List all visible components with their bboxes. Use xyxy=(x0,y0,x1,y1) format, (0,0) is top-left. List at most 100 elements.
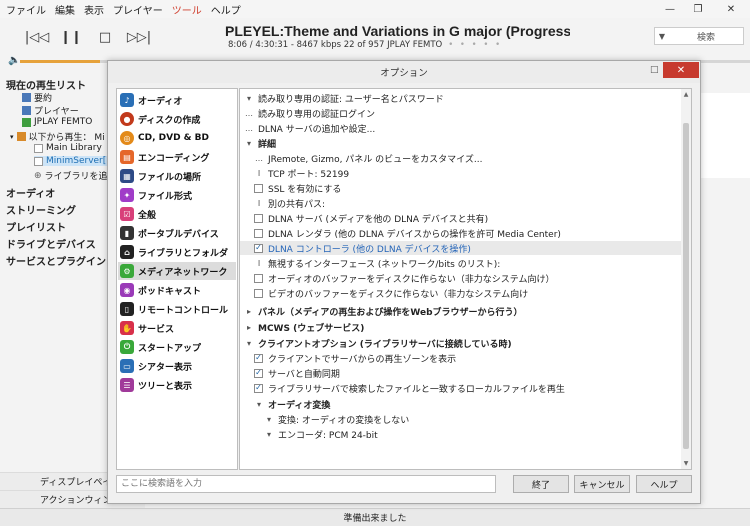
ok-button[interactable]: 終了 xyxy=(513,475,569,493)
checkbox-auto-sync[interactable]: ✓ xyxy=(254,368,263,378)
tree-section-playlists[interactable]: プレイリスト xyxy=(6,219,66,234)
category-disc-burning[interactable]: ● ディスクの作成 xyxy=(118,110,236,128)
checkbox-dlna-server[interactable] xyxy=(254,213,263,223)
setting-group-advanced[interactable]: ▾ 詳細 xyxy=(244,136,276,150)
menu-player[interactable]: プレイヤー xyxy=(113,2,163,17)
tree-item-summary[interactable]: 要約 xyxy=(22,91,52,104)
setting-dlna-server-add[interactable]: … DLNA サーバの追加や設定... xyxy=(244,121,375,135)
tree-section-drives[interactable]: ドライブとデバイス xyxy=(6,236,96,251)
speaker-icon[interactable]: 🔈 xyxy=(8,55,20,66)
volume-slider[interactable] xyxy=(20,60,100,63)
options-search-input[interactable] xyxy=(116,475,496,493)
checkbox-show-server-zones[interactable]: ✓ xyxy=(254,353,263,363)
tree-item-jplay[interactable]: JPLAY FEMTO xyxy=(22,117,92,127)
setting-customize-views[interactable]: … JRemote, Gizmo, パネル のビューをカスタマイズ... xyxy=(254,151,482,165)
setting-enable-ssl[interactable]: SSL を有効にする xyxy=(254,181,341,195)
category-file-location[interactable]: ▦ ファイルの場所 xyxy=(118,167,236,185)
category-podcast[interactable]: ◉ ポッドキャスト xyxy=(118,281,236,299)
stop-icon[interactable]: □ xyxy=(88,28,122,46)
previous-track-icon[interactable]: |◁◁ xyxy=(20,28,54,46)
setting-show-server-zones[interactable]: ✓ クライアントでサーバからの再生ゾーンを表示 xyxy=(254,351,456,365)
setting-encoder[interactable]: ▾ エンコーダ: PCM 24-bit xyxy=(264,427,378,441)
rating-dots[interactable]: • • • • • xyxy=(448,40,502,50)
main-search-box[interactable]: ▼ 検索 xyxy=(654,27,744,45)
tree-item-play-from[interactable]: ▾ 以下から再生： Mi xyxy=(10,130,105,143)
category-encoding[interactable]: ▤ エンコーディング xyxy=(118,148,236,166)
next-track-icon[interactable]: ▷▷| xyxy=(122,28,156,46)
category-media-network[interactable]: ⚙ メディアネットワーク xyxy=(118,262,236,280)
minimize-button[interactable]: — xyxy=(656,0,684,18)
setting-dlna-renderer[interactable]: DLNA レンダラ (他の DLNA デバイスからの操作を許可 Media Ce… xyxy=(254,226,561,240)
dialog-title-bar[interactable]: オプション xyxy=(108,61,700,83)
setting-auto-sync[interactable]: ✓ サーバと自動同期 xyxy=(254,366,340,380)
restore-button[interactable]: ❐ xyxy=(684,0,712,18)
category-general[interactable]: ☑ 全般 xyxy=(118,205,236,223)
tree-header-playing-now[interactable]: 現在の再生リスト xyxy=(6,77,86,92)
category-services[interactable]: ✋ サービス xyxy=(118,319,236,337)
tree-item-main-library[interactable]: Main Library xyxy=(34,143,102,153)
ellipsis-icon: … xyxy=(245,123,253,133)
setting-alt-share-path[interactable]: I 別の共有パス: xyxy=(254,196,325,210)
category-audio[interactable]: ♪ オーディオ xyxy=(118,91,236,109)
cancel-button[interactable]: キャンセル xyxy=(574,475,630,493)
setting-group-panel[interactable]: ▸ パネル（メディアの再生および操作をWebブラウザーから行う） xyxy=(244,304,523,318)
checkbox-play-local-files[interactable]: ✓ xyxy=(254,383,263,393)
expand-icon[interactable]: ▸ xyxy=(244,307,254,316)
settings-scrollbar[interactable]: ▲ ▼ xyxy=(681,89,691,469)
category-theater-view[interactable]: ▭ シアター表示 xyxy=(118,357,236,375)
tree-section-audio[interactable]: オーディオ xyxy=(6,185,55,200)
setting-tcp-port[interactable]: I TCP ポート: 52199 xyxy=(254,166,349,180)
category-remote-control[interactable]: ▯ リモートコントロール xyxy=(118,300,236,318)
setting-no-audio-buffer[interactable]: オーディオのバッファーをディスクに作らない（非力なシステム向け） xyxy=(254,271,554,285)
category-startup[interactable]: ⏻ スタートアップ xyxy=(118,338,236,356)
menu-view[interactable]: 表示 xyxy=(84,2,104,17)
menu-edit[interactable]: 編集 xyxy=(55,2,75,17)
category-file-types[interactable]: ✦ ファイル形式 xyxy=(118,186,236,204)
collapse-icon[interactable]: ▾ xyxy=(244,94,254,103)
pause-icon[interactable]: ❙❙ xyxy=(54,28,88,46)
menu-file[interactable]: ファイル xyxy=(6,2,46,17)
collapse-icon[interactable]: ▾ xyxy=(254,400,264,409)
scroll-down-icon[interactable]: ▼ xyxy=(681,460,691,467)
tree-section-streaming[interactable]: ストリーミング xyxy=(6,202,76,217)
category-tree-view[interactable]: ☰ ツリーと表示 xyxy=(118,376,236,394)
setting-group-client-options[interactable]: ▾ クライアントオプション (ライブラリサーバに接続している時) xyxy=(244,336,512,350)
scrollbar-thumb[interactable] xyxy=(683,123,689,449)
menu-tools[interactable]: ツール xyxy=(172,2,202,17)
collapse-icon[interactable]: ▾ xyxy=(244,139,254,148)
checkbox-dlna-renderer[interactable] xyxy=(254,228,263,238)
tree-section-services[interactable]: サービスとプラグイン xyxy=(6,253,106,268)
search-dropdown-icon[interactable]: ▼ xyxy=(655,32,669,41)
collapse-icon[interactable]: ▾ xyxy=(244,339,254,348)
setting-readonly-auth[interactable]: ▾ 読み取り専用の認証: ユーザー名とパスワード xyxy=(244,91,444,105)
expand-icon[interactable]: ▸ xyxy=(244,323,254,332)
dropdown-icon[interactable]: ▾ xyxy=(264,430,274,439)
checkbox-ssl[interactable] xyxy=(254,183,263,193)
dialog-restore-icon[interactable]: □ xyxy=(650,65,659,75)
category-portable-devices[interactable]: ▮ ポータブルデバイス xyxy=(118,224,236,242)
help-button[interactable]: ヘルプ xyxy=(636,475,692,493)
ellipsis-icon: … xyxy=(255,153,263,163)
setting-readonly-auth-login[interactable]: … 読み取り専用の認証ログイン xyxy=(244,106,375,120)
checkbox-dlna-controller[interactable]: ✓ xyxy=(254,243,263,253)
tree-item-minimserver[interactable]: MinimServer[ xyxy=(34,156,117,166)
setting-play-local-files[interactable]: ✓ ライブラリサーバで検索したファイルと一致するローカルファイルを再生 xyxy=(254,381,565,395)
collapse-icon[interactable]: ▾ xyxy=(10,133,14,141)
checkbox-no-video-buffer[interactable] xyxy=(254,288,263,298)
category-cd-dvd-bd[interactable]: ◎ CD, DVD & BD xyxy=(118,129,236,147)
tree-item-player[interactable]: プレイヤー xyxy=(22,104,79,117)
close-button[interactable]: ✕ xyxy=(712,0,750,18)
setting-group-audio-conversion[interactable]: ▾ オーディオ変換 xyxy=(254,397,330,411)
dropdown-icon[interactable]: ▾ xyxy=(264,415,274,424)
setting-ignore-interfaces[interactable]: I 無視するインターフェース (ネットワーク/bits のリスト): xyxy=(254,256,500,270)
category-library-folders[interactable]: ⌂ ライブラリとフォルダ xyxy=(118,243,236,261)
setting-no-video-buffer[interactable]: ビデオのバッファーをディスクに作らない（非力なシステム向け xyxy=(254,286,528,300)
scroll-up-icon[interactable]: ▲ xyxy=(681,91,691,98)
menu-help[interactable]: ヘルプ xyxy=(211,2,241,17)
setting-group-mcws[interactable]: ▸ MCWS (ウェブサービス) xyxy=(244,320,364,334)
setting-conversion[interactable]: ▾ 変換: オーディオの変換をしない xyxy=(264,412,409,426)
setting-dlna-controller[interactable]: ✓ DLNA コントローラ (他の DLNA デバイスを操作) xyxy=(240,241,682,255)
setting-dlna-server[interactable]: DLNA サーバ (メディアを他の DLNA デバイスと共有) xyxy=(254,211,488,225)
checkbox-no-audio-buffer[interactable] xyxy=(254,273,263,283)
dialog-close-button[interactable]: ✕ xyxy=(663,62,699,78)
